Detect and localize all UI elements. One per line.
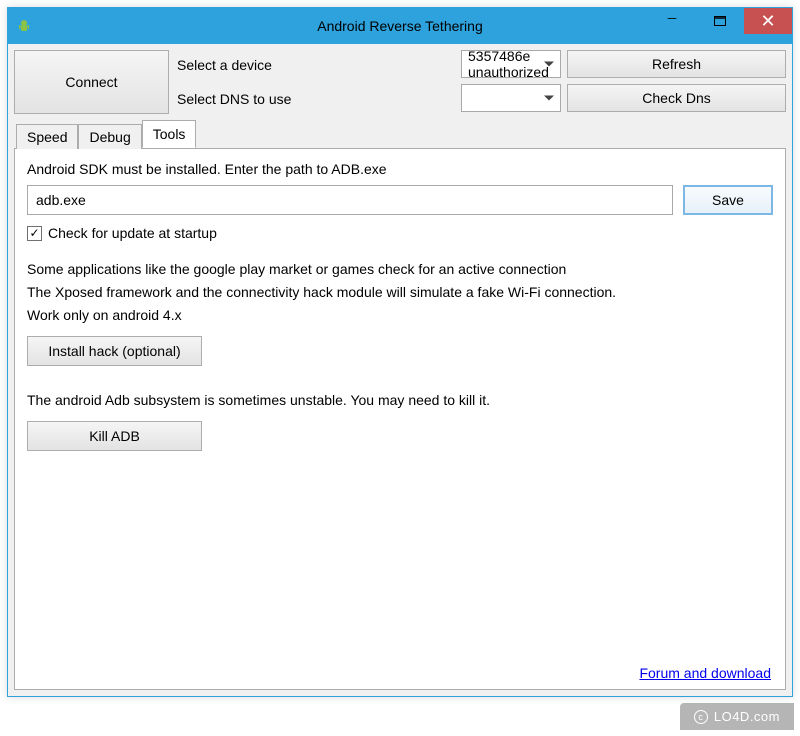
check-update-label: Check for update at startup — [48, 225, 217, 241]
connect-button[interactable]: Connect — [14, 50, 169, 114]
tab-strip: Speed Debug Tools — [14, 120, 786, 148]
dns-select[interactable] — [461, 84, 561, 112]
info-line-1: Some applications like the google play m… — [27, 259, 773, 280]
maximize-button[interactable] — [696, 8, 744, 34]
tab-speed[interactable]: Speed — [16, 124, 78, 149]
chevron-down-icon — [544, 96, 554, 101]
minimize-button[interactable] — [648, 8, 696, 34]
check-update-checkbox[interactable]: ✓ — [27, 226, 42, 241]
install-hack-button[interactable]: Install hack (optional) — [27, 336, 202, 366]
client-area: Select a device 5357486e unauthorized Re… — [8, 44, 792, 696]
check-dns-button[interactable]: Check Dns — [567, 84, 786, 112]
watermark-text: LO4D.com — [714, 709, 780, 724]
info-line-2: The Xposed framework and the connectivit… — [27, 282, 773, 303]
kill-hint: The android Adb subsystem is sometimes u… — [27, 390, 773, 411]
save-button[interactable]: Save — [683, 185, 773, 215]
check-update-row: ✓ Check for update at startup — [27, 225, 773, 241]
window-controls: ✕ — [648, 8, 792, 44]
info-line-3: Work only on android 4.x — [27, 305, 773, 326]
device-select[interactable]: 5357486e unauthorized — [461, 50, 561, 78]
copyright-icon: c — [694, 710, 708, 724]
app-window: Android Reverse Tethering ✕ Select a dev… — [7, 7, 793, 697]
refresh-button[interactable]: Refresh — [567, 50, 786, 78]
adb-path-input[interactable]: adb.exe — [27, 185, 673, 215]
adb-path-row: adb.exe Save — [27, 185, 773, 215]
dns-label: Select DNS to use — [175, 84, 455, 114]
device-select-value: 5357486e unauthorized — [468, 48, 554, 80]
close-button[interactable]: ✕ — [744, 8, 792, 34]
tab-body-tools: Android SDK must be installed. Enter the… — [14, 148, 786, 690]
title-bar[interactable]: Android Reverse Tethering ✕ — [8, 8, 792, 44]
tab-debug[interactable]: Debug — [78, 124, 141, 149]
forum-link[interactable]: Forum and download — [639, 665, 771, 681]
android-icon — [16, 18, 32, 34]
device-label: Select a device — [175, 50, 455, 80]
sdk-hint: Android SDK must be installed. Enter the… — [27, 161, 773, 177]
tab-tools[interactable]: Tools — [142, 120, 197, 148]
connection-panel: Select a device 5357486e unauthorized Re… — [14, 50, 786, 114]
watermark: c LO4D.com — [680, 703, 794, 730]
chevron-down-icon — [544, 62, 554, 67]
kill-adb-button[interactable]: Kill ADB — [27, 421, 202, 451]
adb-path-value: adb.exe — [36, 192, 86, 208]
